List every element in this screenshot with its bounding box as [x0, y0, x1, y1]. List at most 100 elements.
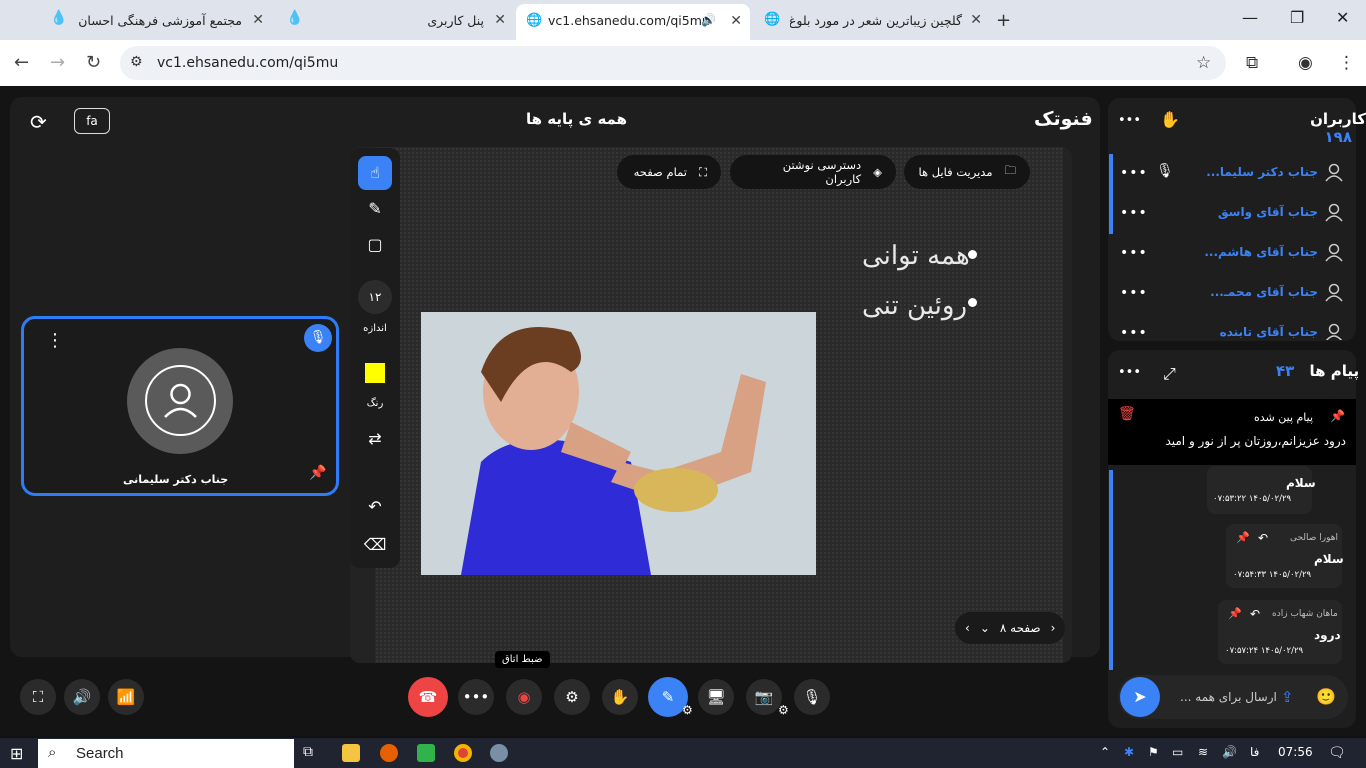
extensions-icon[interactable]: ⧉	[1246, 53, 1258, 73]
user-row[interactable]: ••• 🎙 جناب دکتر سلیما...	[1120, 158, 1350, 188]
forward-button[interactable]: →	[50, 52, 65, 73]
language-button[interactable]: fa	[74, 108, 110, 134]
file-explorer-icon[interactable]	[342, 744, 360, 762]
firefox-icon[interactable]	[380, 744, 398, 762]
hand-icon[interactable]: ✋	[1160, 110, 1180, 129]
user-more-icon[interactable]: •••	[1120, 245, 1148, 261]
record-button[interactable]: ◉	[506, 679, 542, 715]
expand-icon[interactable]: ⤢	[1163, 364, 1176, 384]
minimize-button[interactable]: —	[1242, 8, 1258, 27]
undo-icon[interactable]: ↶	[358, 490, 392, 524]
bluetooth-icon[interactable]: ✱	[1124, 745, 1134, 759]
chevron-up-icon[interactable]: ⌃	[1100, 745, 1110, 759]
write-access-button[interactable]: ◈ دسترسی نوشتن کاربران	[730, 155, 896, 189]
tab-close-icon[interactable]: ✕	[252, 12, 264, 28]
reply-icon[interactable]: ↶	[1258, 531, 1268, 545]
user-row[interactable]: ••• جناب آقای واسق	[1120, 198, 1350, 228]
chevron-down-icon[interactable]: ⌄	[980, 621, 990, 635]
network-icon[interactable]: ⚑	[1148, 745, 1159, 759]
reload-button[interactable]: ↻	[86, 52, 101, 73]
network-stats-button[interactable]: 📶	[108, 679, 144, 715]
send-icon[interactable]: ➤	[1120, 677, 1160, 717]
speaker-icon[interactable]: 🔊	[701, 13, 716, 27]
pencil-tool-icon[interactable]: ✎	[358, 192, 392, 226]
mic-off-button[interactable]: 🎙	[794, 679, 830, 715]
upload-icon[interactable]: ⇪	[1281, 688, 1294, 706]
gear-icon[interactable]: ⚙	[682, 703, 693, 717]
shield-app-icon[interactable]	[417, 744, 435, 762]
new-tab-button[interactable]: +	[996, 10, 1011, 31]
more-icon[interactable]: •••	[1118, 365, 1141, 380]
volume-icon[interactable]: 🔊	[1222, 745, 1237, 759]
user-more-icon[interactable]: •••	[1120, 165, 1148, 181]
clock[interactable]: 07:56	[1278, 745, 1313, 759]
message-time: ۰۷:۵۴:۳۳ ۱۴۰۵/۰۲/۲۹	[1233, 570, 1312, 580]
scroll-indicator[interactable]	[1109, 154, 1113, 234]
notifications-icon[interactable]: 🗨	[1328, 745, 1346, 761]
profile-icon[interactable]: ◉	[1298, 53, 1313, 73]
screen-share-button[interactable]: 🖥	[698, 679, 734, 715]
shape-tool-icon[interactable]: ▢	[358, 228, 392, 262]
file-manager-button[interactable]: 🗀 مدیریت فایل ها	[904, 155, 1030, 189]
prev-page-icon[interactable]: ‹	[1051, 621, 1056, 635]
close-window-button[interactable]: ✕	[1336, 8, 1349, 27]
user-row[interactable]: ••• جناب آقای محمـ...	[1120, 278, 1350, 308]
user-row[interactable]: ••• جناب آقای هاشم...	[1120, 238, 1350, 268]
tab-close-icon[interactable]: ✕	[970, 12, 982, 28]
tab-user-panel[interactable]: 💧 پنل کاربری ✕	[280, 6, 514, 34]
user-more-icon[interactable]: •••	[1120, 325, 1148, 340]
fullscreen-button[interactable]: ⛶ تمام صفحه	[617, 155, 721, 189]
pointer-tool-icon[interactable]: ☝	[358, 156, 392, 190]
taskbar-search[interactable]: Search	[38, 739, 294, 768]
app-icon[interactable]	[490, 744, 508, 762]
user-icon	[1324, 202, 1344, 222]
speaker-button[interactable]: 🔊	[64, 679, 100, 715]
back-button[interactable]: ←	[14, 52, 29, 73]
user-icon	[145, 365, 216, 436]
user-row[interactable]: ••• جناب آقای تابنده	[1120, 318, 1350, 340]
microphone-icon[interactable]: 🎙	[1156, 163, 1174, 179]
raise-hand-button[interactable]: ✋	[602, 679, 638, 715]
emoji-icon[interactable]: 🙂	[1316, 687, 1336, 706]
eraser-icon[interactable]: ⌫	[358, 528, 392, 562]
more-icon[interactable]: •••	[1118, 113, 1141, 128]
trash-icon[interactable]: 🗑	[1118, 406, 1136, 422]
refresh-icon[interactable]: ⟳	[30, 110, 47, 134]
windows-start-icon[interactable]: ⊞	[10, 744, 23, 763]
size-selector[interactable]: ۱۲	[358, 280, 392, 314]
next-page-icon[interactable]: ›	[965, 621, 970, 635]
browser-menu-icon[interactable]: ⋮	[1338, 53, 1355, 73]
pin-icon[interactable]: 📌	[309, 465, 326, 481]
tab-classroom[interactable]: 🌐 vc1.ehsanedu.com/qi5mu 🔊 ✕	[516, 4, 750, 40]
wifi-icon[interactable]: ≋	[1198, 745, 1208, 759]
pin-icon: 📌	[1330, 409, 1345, 423]
scroll-indicator[interactable]	[1109, 470, 1113, 670]
input-language[interactable]: فا	[1250, 745, 1259, 759]
maximize-button[interactable]: ❐	[1290, 8, 1304, 27]
tab-poem[interactable]: 🌐 گلچین زیباترین شعر در مورد بلوغ ✕	[756, 6, 990, 34]
leave-call-button[interactable]: ☎	[408, 677, 448, 717]
microphone-icon[interactable]: 🎙	[304, 324, 332, 352]
fullscreen-view-button[interactable]: ⛶	[20, 679, 56, 715]
more-options-button[interactable]: •••	[458, 679, 494, 715]
task-view-icon[interactable]: ⧉	[303, 744, 321, 762]
camera-off-button[interactable]: 📷	[746, 679, 782, 715]
pin-icon[interactable]: 📌	[1236, 531, 1250, 544]
tab-close-icon[interactable]: ✕	[730, 13, 742, 29]
swap-icon[interactable]: ⇄	[358, 422, 392, 456]
tile-menu-icon[interactable]: ⋮	[46, 330, 64, 351]
user-more-icon[interactable]: •••	[1120, 285, 1148, 301]
reply-icon[interactable]: ↶	[1250, 607, 1260, 621]
site-info-icon[interactable]: ⚙	[130, 54, 143, 70]
tab-ehsan-main[interactable]: 💧 مجتمع آموزشی فرهنگی احسان ✕	[42, 6, 272, 34]
page-label[interactable]: صفحه ۸	[1000, 621, 1041, 635]
chrome-icon[interactable]	[454, 744, 472, 762]
gear-icon[interactable]: ⚙	[778, 703, 789, 717]
user-more-icon[interactable]: •••	[1120, 205, 1148, 221]
settings-button[interactable]: ⚙	[554, 679, 590, 715]
battery-icon[interactable]: ▭	[1172, 745, 1183, 759]
tab-close-icon[interactable]: ✕	[494, 12, 506, 28]
bookmark-star-icon[interactable]: ☆	[1196, 53, 1211, 73]
pin-icon[interactable]: 📌	[1228, 607, 1242, 620]
color-swatch[interactable]	[365, 363, 385, 383]
